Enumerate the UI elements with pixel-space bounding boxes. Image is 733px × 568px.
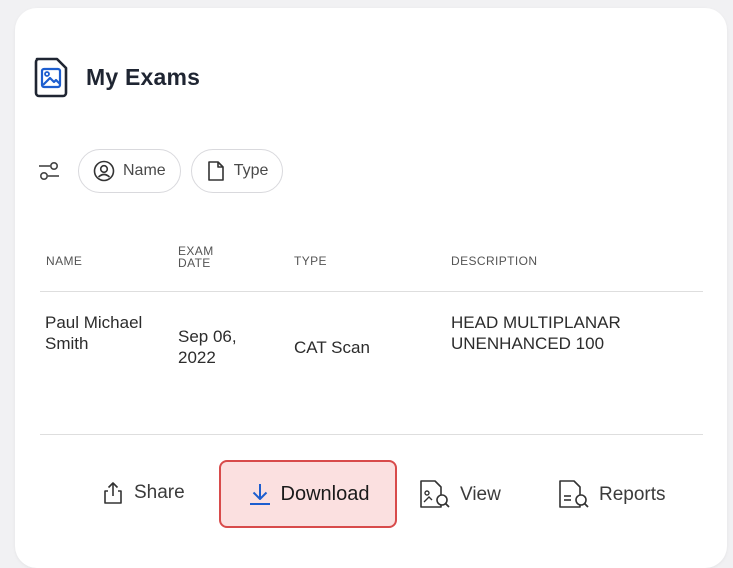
download-button[interactable]: Download xyxy=(219,460,397,528)
filter-chip-type[interactable]: Type xyxy=(190,149,284,193)
column-header-description[interactable]: DESCRIPTION xyxy=(451,255,537,267)
page-title: My Exams xyxy=(86,63,201,90)
column-header-name[interactable]: NAME xyxy=(46,255,82,267)
filter-chip-name-label: Name xyxy=(123,162,166,179)
share-icon xyxy=(104,482,122,504)
cell-description: HEAD MULTIPLANAR UNENHANCED 100 xyxy=(451,313,621,353)
reports-label: Reports xyxy=(599,484,666,505)
divider xyxy=(40,291,703,292)
filter-sliders-icon[interactable] xyxy=(36,158,62,184)
action-bar: Share Download View Reports xyxy=(0,460,733,530)
image-search-icon xyxy=(420,480,450,508)
filter-chip-type-label: Type xyxy=(233,162,269,179)
table-row[interactable]: Paul Michael Smith Sep 06, 2022 CAT Scan… xyxy=(45,302,695,412)
download-label: Download xyxy=(280,482,370,505)
column-header-type[interactable]: TYPE xyxy=(294,255,327,267)
view-label: View xyxy=(460,484,501,505)
image-file-icon xyxy=(32,55,70,99)
user-circle-icon xyxy=(93,160,115,182)
filter-chip-name[interactable]: Name xyxy=(78,149,181,193)
share-label: Share xyxy=(134,482,185,503)
table-header: NAME EXAM DATE TYPE DESCRIPTION xyxy=(45,245,685,284)
reports-button[interactable]: Reports xyxy=(557,479,666,511)
filter-bar: Name Type xyxy=(36,149,284,193)
header: My Exams xyxy=(32,55,200,99)
report-search-icon xyxy=(559,480,589,508)
view-button[interactable]: View xyxy=(418,479,501,511)
share-button[interactable]: Share xyxy=(100,480,185,506)
file-icon xyxy=(207,161,224,181)
cell-type: CAT Scan xyxy=(294,338,370,357)
cell-name: Paul Michael Smith xyxy=(45,313,143,353)
download-icon xyxy=(249,484,270,505)
cell-exam-date: Sep 06, 2022 xyxy=(178,327,237,367)
column-header-exam-date[interactable]: EXAM DATE xyxy=(178,245,238,269)
divider xyxy=(40,434,703,435)
